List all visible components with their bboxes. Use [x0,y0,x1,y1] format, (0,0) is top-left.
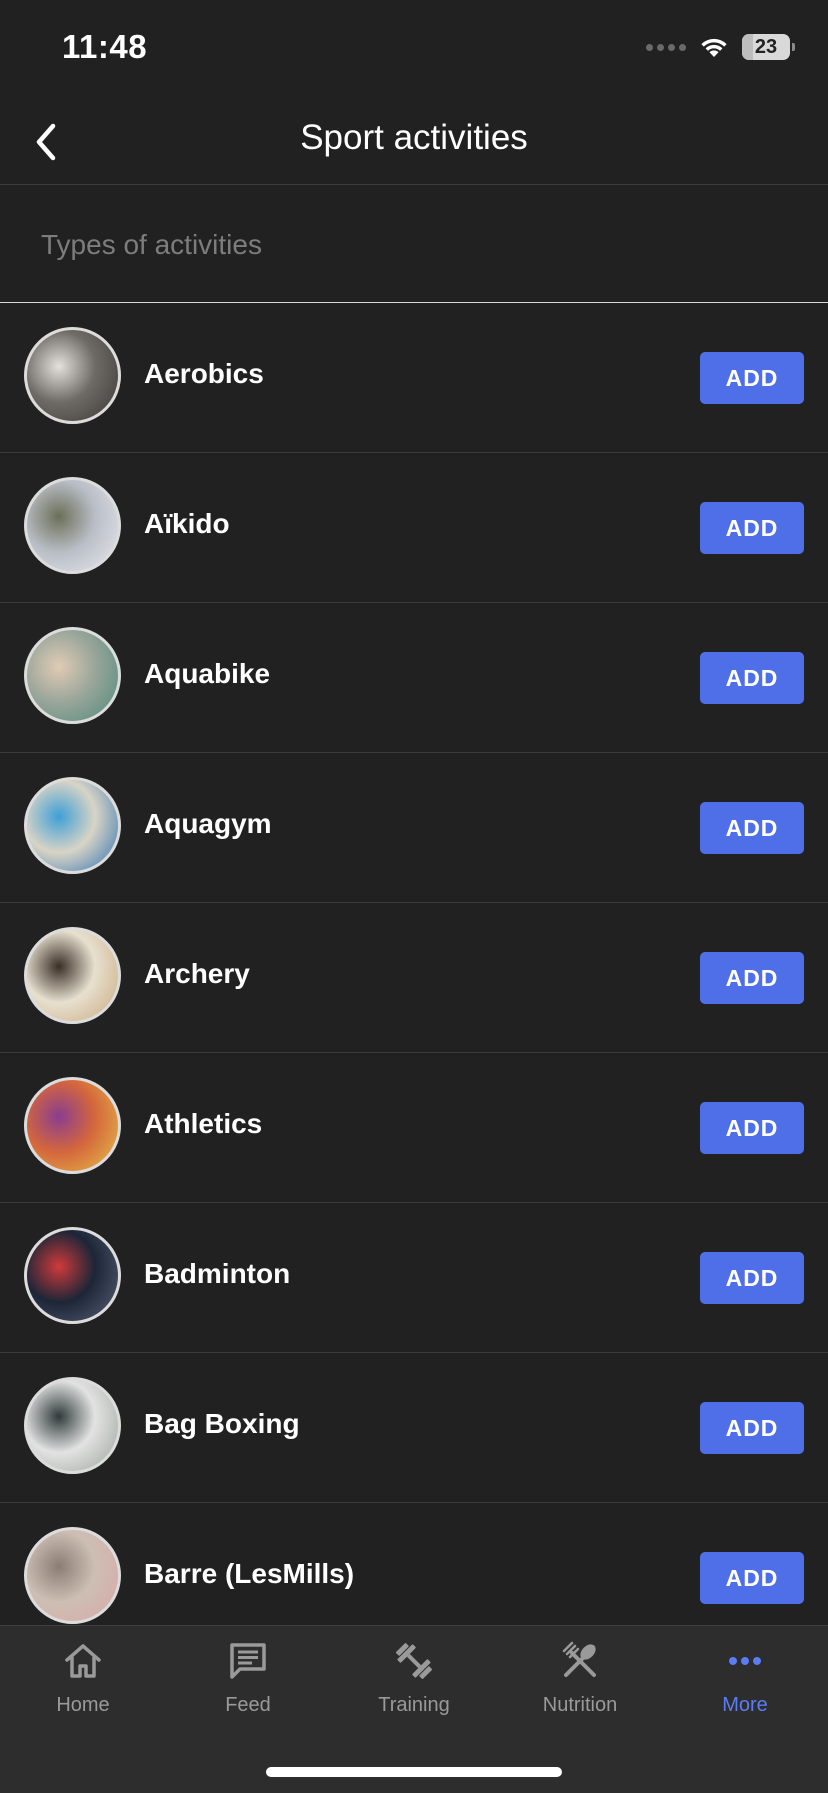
tab-nutrition[interactable]: Nutrition [497,1638,663,1738]
fork-spoon-icon [557,1638,603,1684]
activity-thumbnail [24,477,121,574]
activity-name: Bag Boxing [144,1408,300,1439]
wifi-icon [701,38,727,57]
tab-feed[interactable]: Feed [165,1638,331,1738]
more-icon [722,1638,768,1684]
status-time: 11:48 [62,28,148,65]
activity-name: Aïkido [144,508,230,539]
status-bar: 11:48 23 [0,0,828,100]
add-button[interactable]: ADD [700,1252,804,1304]
activity-name: Archery [144,958,250,989]
page-title: Sport activities [300,118,528,157]
activity-thumbnail [24,1377,121,1474]
add-button[interactable]: ADD [700,802,804,854]
activity-row[interactable]: Aquabike ADD [0,603,828,753]
home-icon [60,1638,106,1684]
activity-row[interactable]: Badminton ADD [0,1203,828,1353]
battery-level [742,34,754,60]
activity-thumbnail [24,1227,121,1324]
activity-name: Aquabike [144,658,271,689]
tab-more[interactable]: More [662,1638,828,1738]
tab-training[interactable]: Training [331,1638,497,1738]
add-button[interactable]: ADD [700,502,804,554]
activity-name: Aquagym [144,808,272,839]
add-button[interactable]: ADD [700,952,804,1004]
cellular-signal-icon [646,43,686,51]
activity-thumbnail [24,627,121,724]
home-indicator [266,1767,562,1777]
dumbbell-icon [391,1638,437,1684]
tab-label: Nutrition [542,1694,618,1716]
section-header: Types of activities [0,185,828,303]
activity-name: Barre (LesMills) [144,1558,355,1589]
activity-name: Aerobics [144,358,264,389]
activity-row[interactable]: Bag Boxing ADD [0,1353,828,1503]
activity-row[interactable]: Athletics ADD [0,1053,828,1203]
activity-name: Badminton [144,1258,291,1289]
activity-thumbnail [24,1527,121,1624]
activity-thumbnail [24,927,121,1024]
battery-icon: 23 [742,34,795,60]
activity-row[interactable]: Aerobics ADD [0,303,828,453]
add-button[interactable]: ADD [700,1552,804,1604]
activity-name: Athletics [144,1108,263,1139]
status-indicators: 23 [646,34,795,60]
activity-list[interactable]: Aerobics ADD Aïkido ADD Aquabike ADD Aqu… [0,303,828,1625]
tab-label: Training [378,1694,450,1716]
add-button[interactable]: ADD [700,352,804,404]
activity-thumbnail [24,1077,121,1174]
activity-thumbnail [24,327,121,424]
feed-icon [225,1638,271,1684]
tab-home[interactable]: Home [0,1638,166,1738]
add-button[interactable]: ADD [700,1102,804,1154]
tab-label: More [722,1694,768,1716]
add-button[interactable]: ADD [700,1402,804,1454]
activity-thumbnail [24,777,121,874]
add-button[interactable]: ADD [700,652,804,704]
activity-row[interactable]: Aquagym ADD [0,753,828,903]
section-label: Types of activities [41,229,262,260]
activity-row[interactable]: Archery ADD [0,903,828,1053]
tab-label: Feed [225,1694,271,1716]
navigation-bar: Sport activities [0,100,828,185]
battery-percentage: 23 [754,35,778,58]
activity-row[interactable]: Aïkido ADD [0,453,828,603]
activity-row[interactable]: Barre (LesMills) ADD [0,1503,828,1625]
tab-label: Home [56,1694,110,1716]
